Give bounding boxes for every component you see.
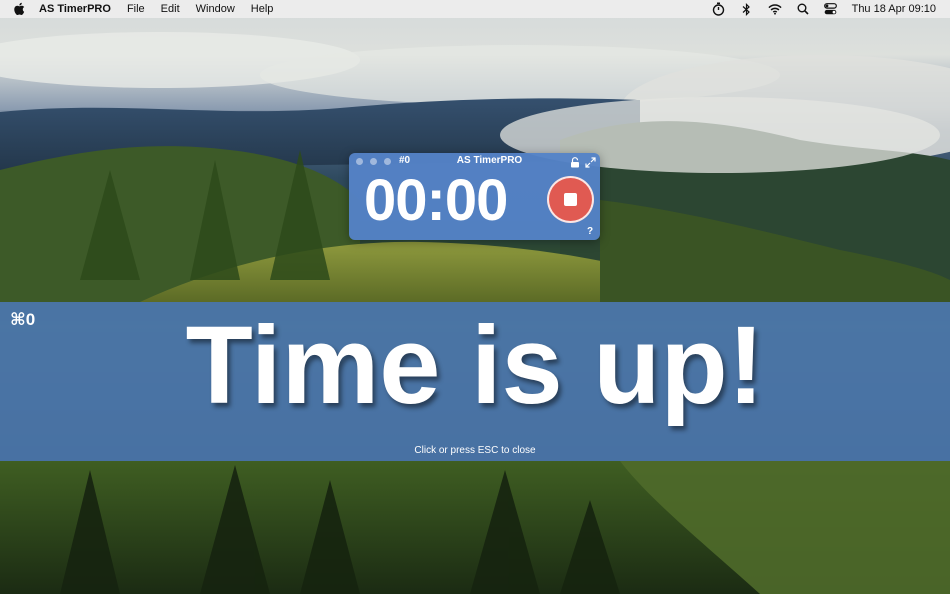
search-icon[interactable]: [796, 2, 810, 16]
wifi-icon[interactable]: [767, 2, 782, 16]
landscape-illustration: [0, 0, 950, 594]
expand-icon[interactable]: [585, 155, 596, 168]
timer-icon[interactable]: [712, 2, 726, 16]
control-center-icon[interactable]: [824, 2, 838, 16]
menu-help[interactable]: Help: [251, 3, 274, 15]
menu-bar: AS TimerPRO File Edit Window Help Thu 18…: [0, 0, 950, 18]
desktop-wallpaper: [0, 0, 950, 594]
menu-edit[interactable]: Edit: [161, 3, 180, 15]
menu-file[interactable]: File: [127, 3, 145, 15]
alert-message: Time is up!: [185, 304, 765, 427]
apple-logo-icon[interactable]: [13, 2, 27, 16]
time-up-alert[interactable]: ⌘0 Time is up! Click or press ESC to clo…: [0, 302, 950, 461]
stop-icon: [564, 193, 577, 206]
menu-bar-clock[interactable]: Thu 18 Apr 09:10: [852, 3, 936, 15]
timer-display: 00:00: [364, 168, 508, 233]
bluetooth-icon[interactable]: [740, 2, 754, 16]
menu-window[interactable]: Window: [196, 3, 235, 15]
menu-bar-status-area: Thu 18 Apr 09:10: [698, 2, 936, 16]
alert-close-hint: Click or press ESC to close: [414, 445, 536, 456]
lock-icon[interactable]: [570, 155, 580, 168]
stop-button[interactable]: [547, 176, 594, 223]
timer-window[interactable]: #0 AS TimerPRO 00:00 ?: [349, 153, 600, 240]
menu-app-name[interactable]: AS TimerPRO: [39, 3, 111, 15]
help-button[interactable]: ?: [587, 226, 593, 237]
